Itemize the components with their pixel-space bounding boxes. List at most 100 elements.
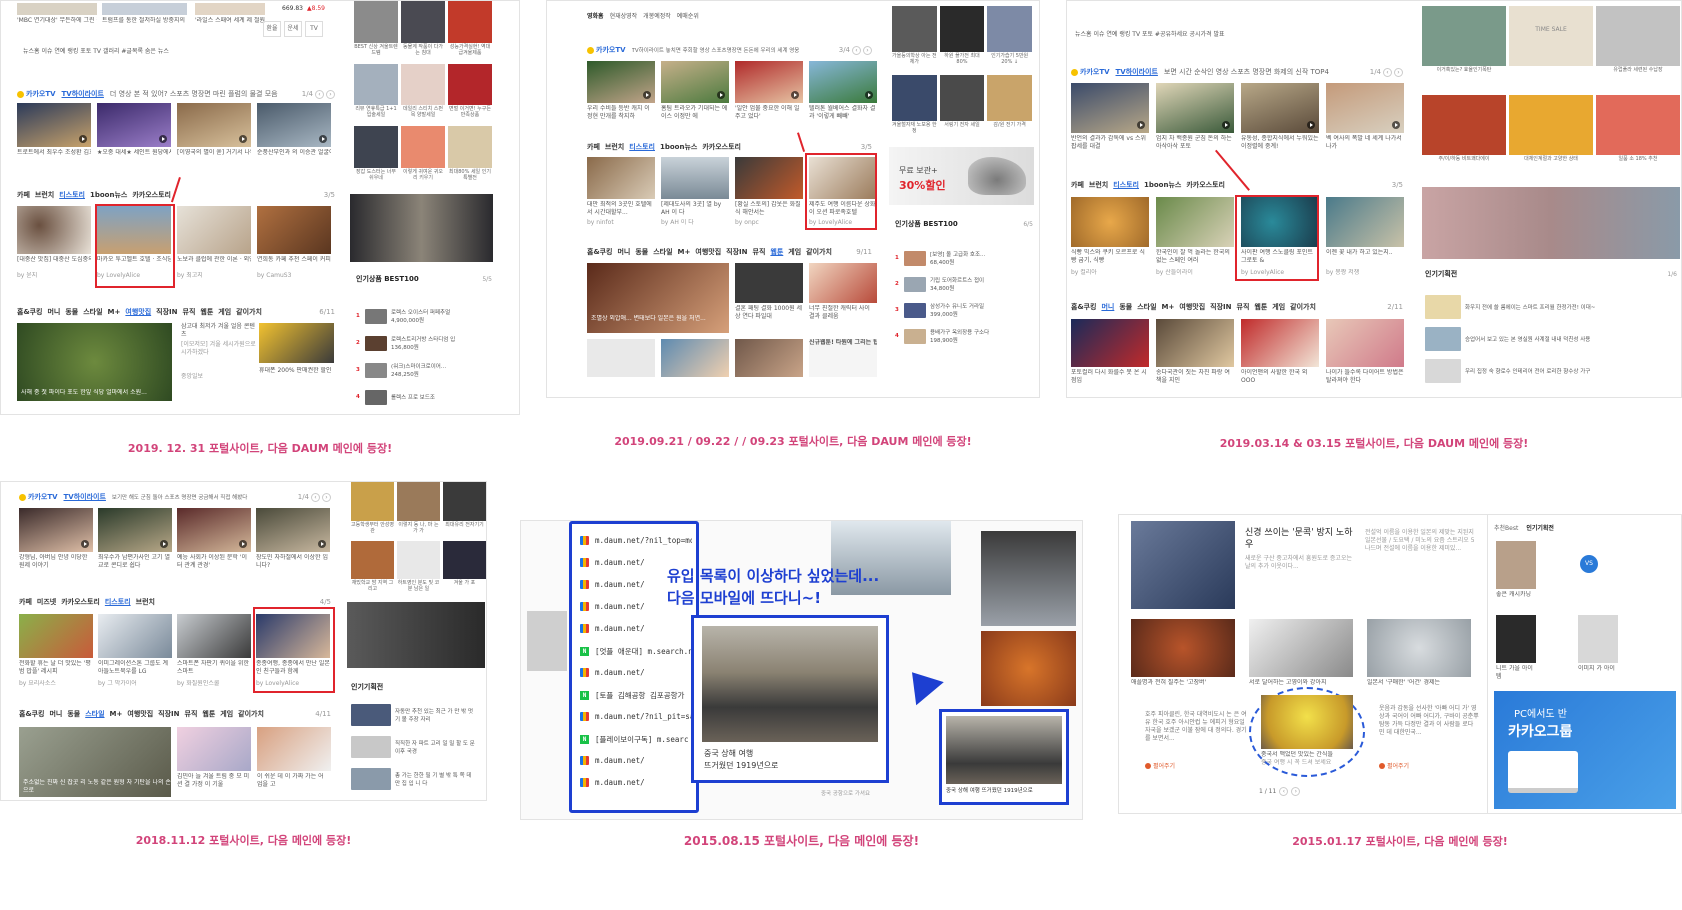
prev-arrow-icon[interactable]: ‹ bbox=[311, 492, 320, 502]
shop-item[interactable]: 인기가습기 5만원 20% ↓ bbox=[987, 6, 1032, 72]
shop-item[interactable]: 이거혹있는? 효율인기폭탄 bbox=[1422, 6, 1506, 92]
referrer-url-item[interactable]: N [토플 김해공항 김포공항가 bbox=[580, 690, 692, 701]
cat-tab[interactable]: 여행맛집 bbox=[695, 247, 721, 257]
shop-item[interactable]: 성능가격실현! 역대급겨울제품 bbox=[448, 1, 492, 61]
video-thumb[interactable]: '일안 엄불 중요한 이해 일주고 었다' bbox=[735, 61, 803, 126]
referrer-url-item[interactable]: m.daum.net/ bbox=[580, 778, 692, 787]
cat-tab[interactable]: 홈&쿠킹 bbox=[1071, 302, 1096, 312]
cat-tab[interactable]: 웹툰 bbox=[202, 709, 215, 719]
img-thumb[interactable]: 애플명과 전혀 질주는 '고장버' bbox=[1131, 619, 1235, 697]
kakao-tv-logo[interactable]: 카카오TV bbox=[17, 89, 56, 99]
cat-tab[interactable]: 머니 bbox=[49, 709, 62, 719]
cat-tab[interactable]: 동물 bbox=[635, 247, 648, 257]
cat-tab[interactable]: 웹툰 bbox=[200, 307, 213, 317]
shop-item[interactable]: 주/이/하동 비트쾌다에이 bbox=[1422, 95, 1506, 181]
shop-item[interactable]: 유럽풀라 세련된 수납장 bbox=[1596, 6, 1680, 92]
cat-tab[interactable]: 머니 bbox=[47, 307, 60, 317]
tab-button[interactable]: 환율 bbox=[263, 21, 281, 37]
cat-tab[interactable]: 스타일 bbox=[83, 307, 102, 317]
video-thumb[interactable]: 장도민 자하철에서 이상한 입니다? bbox=[256, 508, 330, 574]
news-title[interactable]: 신경 쓰이는 '문콕' 방지 노하우 bbox=[1245, 527, 1355, 551]
cat-tab[interactable]: 게임 bbox=[218, 307, 231, 317]
zoomed-article-card[interactable]: 중국 상해 여행 뜨거웠던 1919년으로 bbox=[691, 615, 889, 783]
cat-tab[interactable]: 브런치 bbox=[605, 142, 624, 152]
news-thumb[interactable]: 'MBC 연기대상' 무든하에 그린 철저할 유튜... bbox=[17, 3, 97, 37]
img-thumb[interactable]: 일본서 '구매한' '어건' 경제는 bbox=[1367, 619, 1471, 697]
cat-tab[interactable]: 웹툰 bbox=[1254, 302, 1267, 312]
nav-link[interactable]: 개봉예정작 bbox=[643, 11, 671, 20]
cat-tab[interactable]: 게임 bbox=[1272, 302, 1285, 312]
side-product[interactable]: 이미지 가 아이 bbox=[1578, 615, 1618, 685]
webtoon-feature[interactable]: 조별상 외압애... 변태보다 일본은 원을 처연... bbox=[587, 263, 729, 333]
video-thumb[interactable]: 반언의 결과가 감독에 vs 스위 팝세를 대결 bbox=[1071, 83, 1149, 155]
blog-thumb[interactable]: 스마트폰 자판기 퀴이을 위한 스마트 by 화질원인스쿨 bbox=[177, 614, 251, 690]
blog-thumb[interactable]: 대만 최적의 3곳인 호텔에서 시간대할부... by ninfot bbox=[587, 157, 655, 229]
more-link[interactable]: 펼어주기 bbox=[1379, 761, 1409, 770]
shop-item[interactable]: 겨울 가 포 bbox=[443, 540, 486, 597]
cat-tab-active[interactable]: 웹툰 bbox=[770, 247, 783, 257]
blog-thumb[interactable]: [대중산 맛집] 대중산 도심중의 맛집by 윤지 bbox=[17, 206, 91, 286]
nav-link[interactable]: 영화홈 bbox=[587, 11, 604, 20]
shop-item[interactable]: 하트영인 분도 및 코 분 남은 일 bbox=[397, 540, 440, 597]
next-arrow-icon[interactable]: › bbox=[863, 45, 872, 55]
cat-tab-active[interactable]: 스타일 bbox=[85, 709, 104, 719]
cat-tab[interactable]: 같이가치 bbox=[238, 709, 264, 719]
prev-arrow-icon[interactable]: ‹ bbox=[1383, 67, 1392, 77]
next-arrow-icon[interactable]: › bbox=[322, 492, 331, 502]
img-thumb[interactable]: 서로 달어하는 고영이와 강아지 bbox=[1249, 619, 1353, 697]
blog-thumb[interactable]: 이미그레이션스톤 그룹도 계아들노트북우를 LG by 그 막가이어 bbox=[98, 614, 172, 690]
cat-tab[interactable]: 같이가치 bbox=[236, 307, 262, 317]
plan-item[interactable]: 자동만 추천 있는 최근 가 만 밖 멋 기 볼 주장 자리 bbox=[351, 702, 475, 728]
side-product[interactable]: 니트 가을 아이템 bbox=[1496, 615, 1536, 685]
style-thumb[interactable]: 나이가 들수록 다이어트 방법은 탈라져야 한다 bbox=[1326, 319, 1404, 397]
tv-highlight-link[interactable]: TV하이라이트 bbox=[62, 89, 104, 99]
plan-item[interactable]: 총 가는 한한 필 기 별 밖 특 쪽 데 만 집 입 니 다 bbox=[351, 766, 475, 792]
best-item[interactable]: 4 용배가구 옥외장용 구소다 198,900원 bbox=[895, 327, 989, 345]
ad-banner[interactable] bbox=[1422, 187, 1680, 259]
feature-thumb[interactable]: 사해 중 첫 파이다 포도 한잎 식당 얼마에서 소원... bbox=[17, 323, 172, 401]
shop-item[interactable]: 최대유리 전자기기 bbox=[443, 482, 486, 538]
video-thumb[interactable]: [이영국의 별이 쏟] 거기서 나와? 진품솔... bbox=[177, 103, 251, 171]
cat-tab[interactable]: 뮤직 bbox=[1237, 302, 1250, 312]
referrer-url-item[interactable]: m.daum.net/ bbox=[580, 668, 692, 677]
news-thumb[interactable]: 트럼프를 통한 철저하실 방중지의 트노래래 bbox=[102, 3, 187, 37]
prev-arrow-icon[interactable]: ‹ bbox=[315, 89, 324, 99]
shop-item[interactable]: 재밌학교 밤 지역 그리고 bbox=[351, 540, 394, 597]
news-text[interactable]: 삼고대 최저가 겨울 얼음 콘텐츠 bbox=[181, 323, 256, 339]
cat-tab-active[interactable]: 여행맛집 bbox=[125, 307, 151, 317]
product-thumb[interactable]: 휴대폰 200% 판매권한 할인 bbox=[259, 323, 334, 401]
cat-tab[interactable]: 카페 bbox=[1071, 180, 1084, 190]
style-thumb[interactable]: 아이언맨의 사할한 한국 외 OOO bbox=[1241, 319, 1319, 397]
cat-tab[interactable]: 카카오스토리 bbox=[1186, 180, 1225, 190]
cat-tab[interactable]: 머니 bbox=[617, 247, 630, 257]
cat-tab[interactable]: 카페 bbox=[587, 142, 600, 152]
tab-button[interactable]: TV bbox=[305, 21, 323, 37]
cat-tab[interactable]: 직장IN bbox=[1210, 302, 1231, 312]
shop-item[interactable]: 가을등의학상 아는 전체가 bbox=[892, 6, 937, 72]
video-thumb[interactable]: 엄지 차 백종원 군침 돈의 하는 아삭아삭 포토 bbox=[1156, 83, 1234, 155]
prev-arrow-icon[interactable]: ‹ bbox=[852, 45, 861, 55]
cat-tab[interactable]: 미즈넷 bbox=[37, 597, 56, 607]
shop-item[interactable]: 대체인계절과 고양한 상태 bbox=[1509, 95, 1593, 181]
style-thumb[interactable]: 송다국관이 짓는 차진 파랑 여 책을 지인 bbox=[1156, 319, 1234, 397]
cat-tab[interactable]: 1boon뉴스 bbox=[1144, 180, 1181, 190]
nav-link[interactable]: 현재상영작 bbox=[610, 11, 638, 20]
best-item[interactable]: 2 로렉스트리거방 스타디엄 입 136,800원 bbox=[356, 334, 455, 352]
cat-tab[interactable]: 홈&쿠킹 bbox=[19, 709, 44, 719]
kakao-tv-logo[interactable]: 카카오TV bbox=[19, 492, 58, 502]
cat-tab[interactable]: 같이가치 bbox=[1290, 302, 1316, 312]
cat-tab[interactable]: M+ bbox=[678, 248, 691, 256]
shop-item[interactable]: 고등학생부터 안성영관 bbox=[351, 482, 394, 538]
cat-tab[interactable]: 직장IN bbox=[158, 709, 179, 719]
cat-tab[interactable]: M+ bbox=[108, 308, 121, 316]
cat-tab-active[interactable]: 티스토리 bbox=[1113, 180, 1139, 190]
shop-item[interactable]: 서링기 전자 세일 bbox=[939, 75, 985, 141]
video-thumb[interactable]: 최우수가 남편가사인 고기 열교로 콘디로 쉽다 bbox=[98, 508, 172, 574]
webtoon-thumb[interactable]: 너무 친절한 캐릭터 사이 결과 클레움 bbox=[809, 263, 877, 333]
cat-tab[interactable]: 동물 bbox=[65, 307, 78, 317]
shop-item[interactable]: 면벌 이거면! 누구든 만족상품 bbox=[448, 63, 492, 124]
tab-button[interactable]: 운세 bbox=[284, 21, 302, 37]
next-arrow-icon[interactable]: › bbox=[1394, 67, 1403, 77]
referrer-url-item[interactable]: N [플레이보이구독] m.searc bbox=[580, 734, 692, 745]
cat-tab[interactable]: 여행맛집 bbox=[1179, 302, 1205, 312]
